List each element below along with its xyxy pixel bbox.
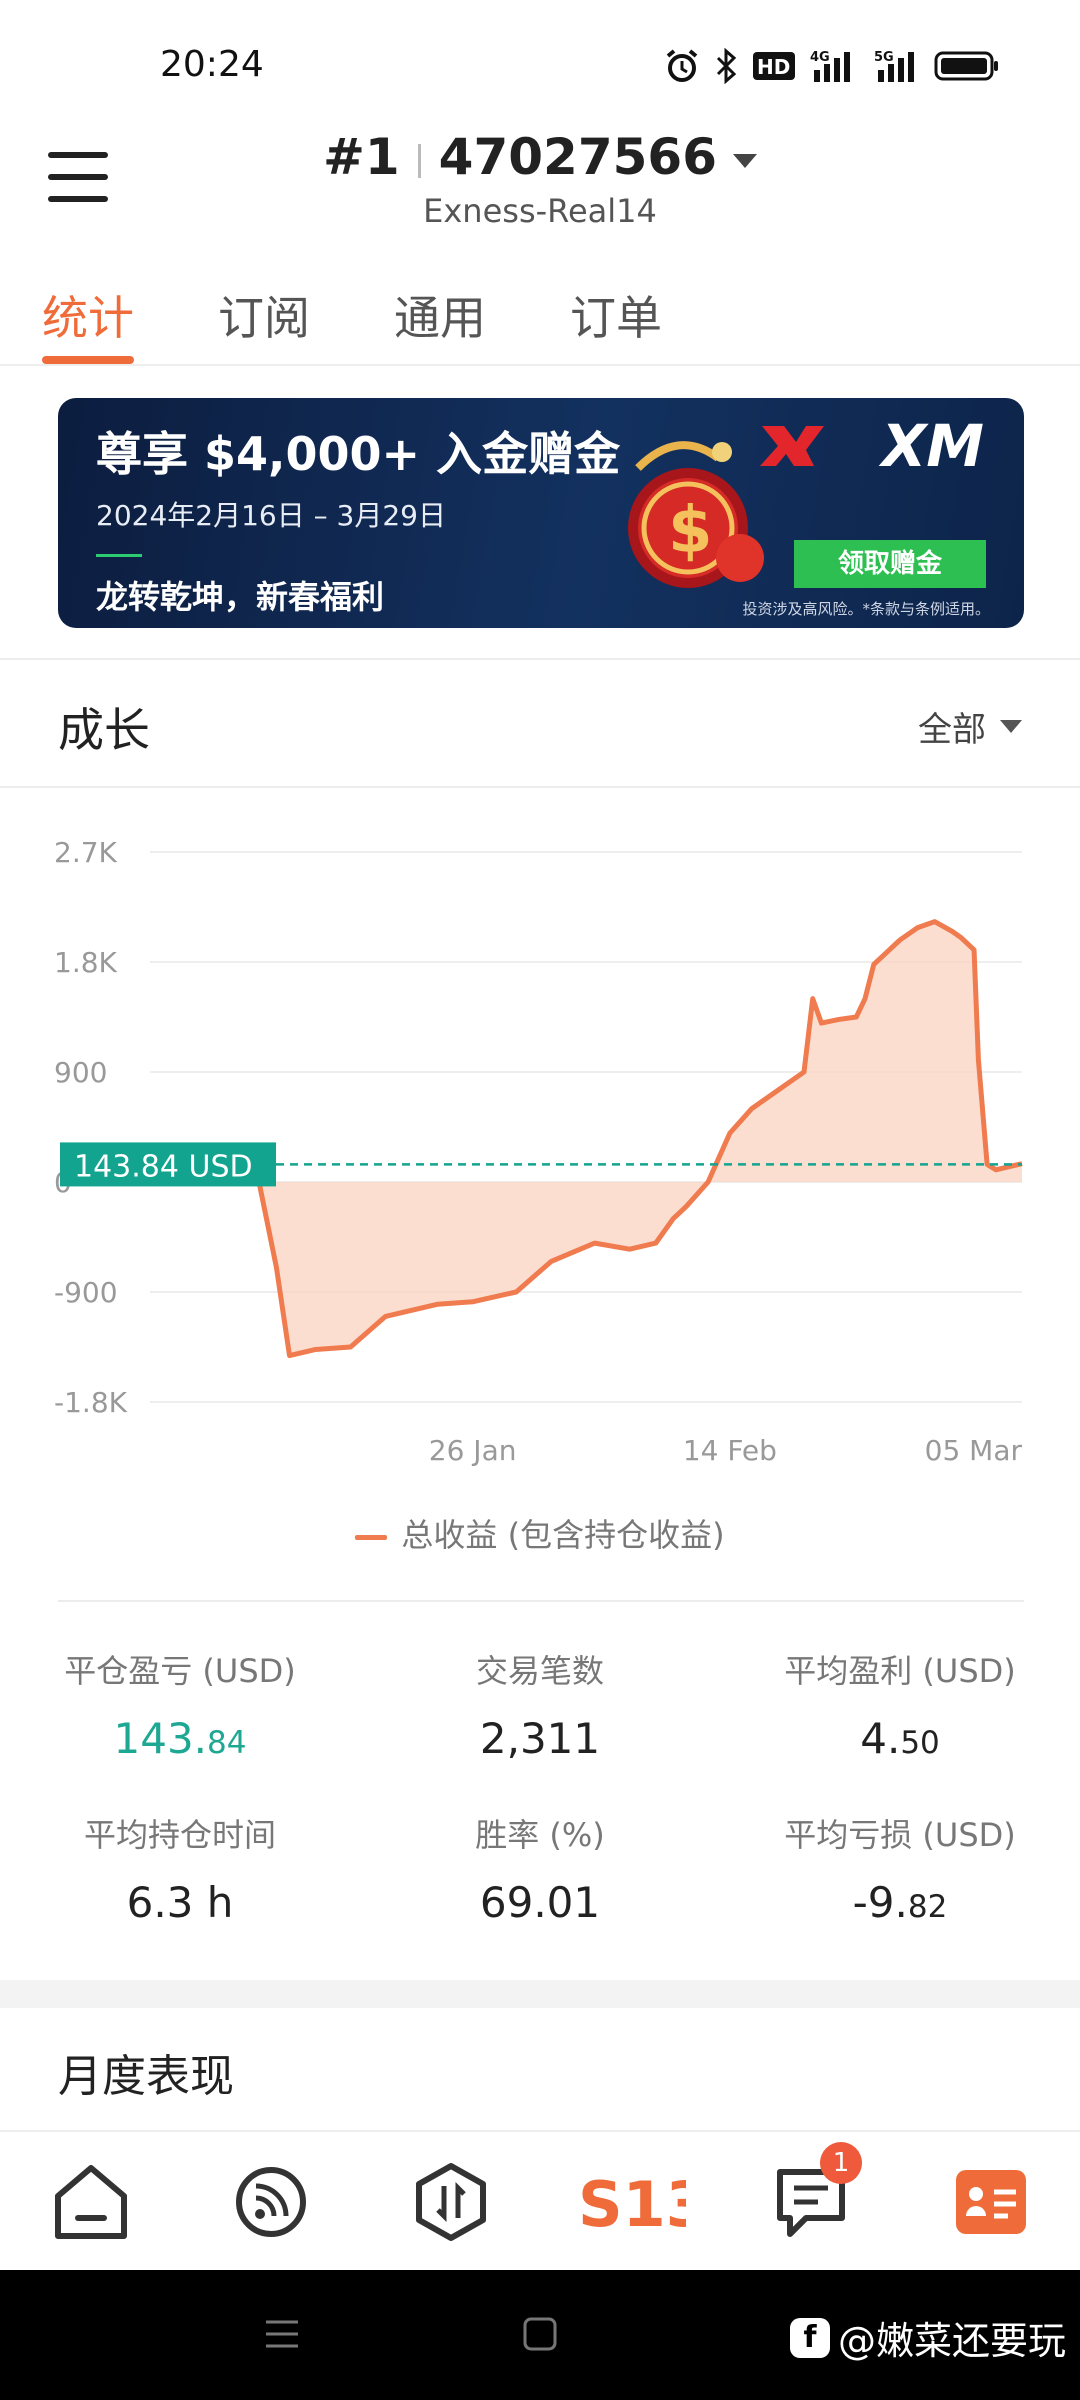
stat-value: 6.3 h	[126, 1878, 234, 1927]
banner-headline: 尊享 $4,000+ 入金赠金	[96, 427, 621, 481]
stat-label: 胜率 (%)	[475, 1816, 605, 1854]
stat-value: 2,311	[479, 1714, 601, 1763]
banner-disclaimer: 投资涉及高风险。*条款与条例适用。	[742, 600, 990, 618]
menu-lines-icon	[266, 2320, 298, 2348]
tab-bar: 统计 订阅 通用 订单	[0, 270, 1080, 366]
bottom-navigation: S13 1	[0, 2130, 1080, 2270]
stat-closed-pnl: 平仓盈亏 (USD) 143.84	[0, 1646, 360, 1763]
stat-label: 平仓盈亏 (USD)	[64, 1652, 296, 1690]
stat-trade-count: 交易笔数 2,311	[360, 1646, 720, 1763]
battery-icon	[934, 50, 1000, 86]
growth-chart[interactable]: 2.7K1.8K9000-900-1.8K143.84 USD26 Jan14 …	[0, 800, 1080, 1540]
dragon-coin-illustration: $	[628, 441, 764, 588]
chart-legend: 总收益 (包含持仓收益)	[0, 1510, 1080, 1556]
square-icon	[523, 2317, 557, 2351]
banner-brand: XM	[881, 412, 984, 480]
trade-icon	[416, 2163, 486, 2241]
profile-card-icon	[956, 2170, 1026, 2234]
banner-divider	[96, 554, 142, 557]
legend-label: 总收益 (包含持仓收益)	[401, 1516, 725, 1554]
stat-average-profit: 平均盈利 (USD) 4.50	[720, 1646, 1080, 1763]
net1-label: 4G	[810, 50, 830, 65]
s13-label: S13	[578, 2168, 686, 2241]
promo-banner[interactable]: 尊享 $4,000+ 入金赠金 2024年2月16日 – 3月29日 龙转乾坤，…	[58, 398, 1024, 628]
section-gap	[0, 1980, 1080, 2008]
watermark: f @嫩菜还要玩	[789, 2310, 1066, 2365]
stat-win-rate: 胜率 (%) 69.01	[360, 1810, 720, 1927]
xm-logo-mark	[760, 426, 824, 466]
tab-general[interactable]: 通用	[394, 282, 486, 348]
stat-label: 交易笔数	[475, 1652, 604, 1690]
stat-value: 69.01	[479, 1878, 601, 1927]
section-divider	[0, 786, 1080, 788]
x-tick-label: 26 Jan	[429, 1434, 517, 1467]
period-filter-label: 全部	[918, 710, 986, 750]
legend-swatch	[355, 1534, 388, 1540]
home-icon	[55, 2165, 127, 2239]
alarm-icon	[664, 48, 700, 88]
account-rank: #1	[322, 128, 400, 186]
nav-trade[interactable]	[406, 2160, 496, 2244]
status-time: 20:24	[160, 44, 264, 85]
nav-s13[interactable]: S13	[576, 2160, 709, 2244]
stat-label: 平均持仓时间	[83, 1816, 276, 1854]
monthly-performance-title: 月度表现	[58, 2051, 234, 2102]
stat-average-loss: 平均亏损 (USD) -9.82	[720, 1810, 1080, 1927]
y-tick-label: 900	[54, 1056, 107, 1089]
chevron-down-icon	[1000, 720, 1022, 733]
stat-average-hold-time: 平均持仓时间 6.3 h	[0, 1810, 360, 1927]
stat-value: -9.82	[852, 1878, 948, 1927]
banner-dates: 2024年2月16日 – 3月29日	[96, 499, 446, 532]
active-tab-indicator	[42, 356, 134, 364]
section-divider	[58, 1600, 1024, 1602]
s13-logo: S13	[578, 2168, 709, 2241]
home-button[interactable]	[520, 2314, 560, 2358]
hd-icon: HD	[752, 51, 796, 85]
svg-text:$: $	[668, 494, 713, 568]
x-tick-label: 05 Mar	[925, 1434, 1023, 1467]
section-divider	[0, 658, 1080, 660]
y-tick-label: 1.8K	[54, 946, 118, 979]
watermark-text: @嫩菜还要玩	[837, 2319, 1066, 2363]
chevron-down-icon	[733, 153, 757, 168]
y-tick-label: -900	[54, 1276, 118, 1309]
account-selector[interactable]: #1 47027566	[0, 128, 1080, 186]
y-tick-label: 2.7K	[54, 836, 118, 869]
x-tick-label: 14 Feb	[683, 1434, 777, 1467]
messages-badge: 1	[820, 2142, 862, 2184]
tab-orders[interactable]: 订单	[570, 282, 662, 348]
watermark-logo-icon: f	[789, 2317, 830, 2358]
signals-icon	[236, 2167, 306, 2237]
account-number: 47027566	[438, 128, 717, 186]
status-icons: HD 4G 5G	[664, 47, 1000, 88]
recent-apps-button[interactable]	[262, 2314, 302, 2358]
nav-signals[interactable]	[226, 2160, 316, 2244]
net2-label: 5G	[874, 50, 894, 65]
current-value-label: 143.84 USD	[74, 1149, 253, 1184]
claim-bonus-button[interactable]: 领取赠金	[794, 540, 986, 588]
nav-messages[interactable]: 1	[766, 2142, 862, 2244]
title-separator	[417, 143, 421, 178]
period-filter-dropdown[interactable]: 全部	[918, 702, 1022, 751]
growth-chart-svg: 2.7K1.8K9000-900-1.8K143.84 USD26 Jan14 …	[54, 836, 1023, 1467]
tab-statistics[interactable]: 统计	[42, 282, 134, 348]
4g-signal-icon: 4G	[810, 48, 856, 88]
stat-label: 平均亏损 (USD)	[784, 1816, 1016, 1854]
stat-value: 143.84	[113, 1714, 247, 1763]
y-tick-label: -1.8K	[54, 1386, 128, 1419]
growth-title: 成长	[58, 703, 150, 757]
banner-slogan: 龙转乾坤，新春福利	[96, 578, 385, 616]
nav-home[interactable]	[46, 2160, 136, 2244]
hd-label: HD	[757, 55, 790, 79]
stat-label: 平均盈利 (USD)	[784, 1652, 1016, 1690]
5g-signal-icon: 5G	[870, 48, 920, 88]
nav-profile[interactable]	[946, 2160, 1036, 2244]
stat-value: 4.50	[860, 1714, 940, 1763]
status-bar: 20:24 HD 4G 5G	[0, 0, 1080, 120]
bluetooth-icon	[714, 47, 738, 88]
account-server: Exness-Real14	[423, 192, 657, 230]
tab-subscribe[interactable]: 订阅	[218, 282, 310, 348]
